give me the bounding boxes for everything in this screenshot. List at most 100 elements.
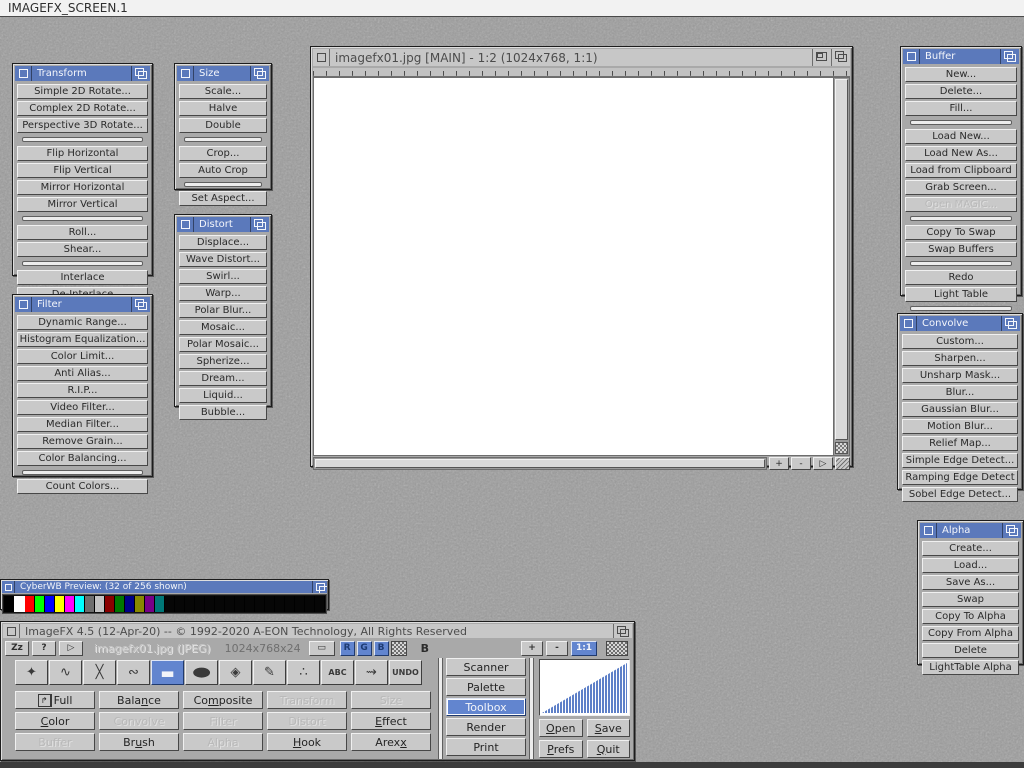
section-button[interactable]: Palette bbox=[446, 678, 526, 696]
close-icon[interactable] bbox=[2, 581, 15, 593]
section-button[interactable]: Render bbox=[446, 718, 526, 736]
transform-button[interactable]: Mirror Vertical bbox=[17, 197, 148, 212]
close-icon[interactable] bbox=[920, 523, 937, 538]
mode-button[interactable]: Brush bbox=[99, 733, 179, 751]
palette-swatch[interactable] bbox=[295, 596, 305, 612]
distort-button[interactable]: Warp... bbox=[179, 286, 267, 301]
palette-swatch[interactable] bbox=[135, 596, 145, 612]
red-channel-toggle[interactable]: R bbox=[340, 641, 355, 656]
depth-icon[interactable] bbox=[250, 217, 269, 232]
palette-swatch[interactable] bbox=[45, 596, 55, 612]
file-button[interactable]: Prefs bbox=[539, 740, 583, 758]
buffer-button[interactable]: Grab Screen... bbox=[905, 180, 1017, 195]
transform-button[interactable]: Perspective 3D Rotate... bbox=[17, 118, 148, 133]
depth-icon[interactable] bbox=[831, 49, 850, 66]
palette-swatch[interactable] bbox=[95, 596, 105, 612]
palette-swatch[interactable] bbox=[215, 596, 225, 612]
polygon-tool-button[interactable]: ◈ bbox=[219, 660, 252, 685]
point-tool-button[interactable]: ✦ bbox=[15, 660, 48, 685]
distort-button[interactable]: Bubble... bbox=[179, 405, 267, 420]
size-button[interactable]: Set Aspect... bbox=[179, 191, 267, 206]
palette-swatch[interactable] bbox=[245, 596, 255, 612]
depth-icon[interactable] bbox=[250, 66, 269, 81]
transform-button[interactable]: Interlace bbox=[17, 270, 148, 285]
mode-button[interactable]: Color bbox=[15, 712, 95, 730]
distort-button[interactable]: Liquid... bbox=[179, 388, 267, 403]
convolve-button[interactable]: Gaussian Blur... bbox=[902, 402, 1018, 417]
file-button[interactable]: Quit bbox=[587, 740, 631, 758]
close-icon[interactable] bbox=[177, 217, 194, 232]
depth-icon[interactable] bbox=[1001, 316, 1020, 331]
alpha-button[interactable]: Copy From Alpha bbox=[922, 626, 1019, 641]
mode-button[interactable]: Effect bbox=[351, 712, 431, 730]
close-icon[interactable] bbox=[903, 49, 920, 64]
alpha-button[interactable]: LightTable Alpha bbox=[922, 660, 1019, 675]
image-canvas[interactable] bbox=[313, 77, 833, 456]
depth-icon[interactable] bbox=[131, 66, 150, 81]
palette-swatch[interactable] bbox=[275, 596, 285, 612]
palette-swatch[interactable] bbox=[205, 596, 215, 612]
transform-button[interactable]: Simple 2D Rotate... bbox=[17, 84, 148, 99]
filter-button[interactable]: R.I.P... bbox=[17, 383, 148, 398]
transform-button[interactable]: Mirror Horizontal bbox=[17, 180, 148, 195]
palette-swatch[interactable] bbox=[195, 596, 205, 612]
depth-icon[interactable] bbox=[131, 297, 150, 312]
zoom-in-button[interactable]: + bbox=[521, 641, 543, 656]
filter-button[interactable]: Color Balancing... bbox=[17, 451, 148, 466]
convolve-button[interactable]: Ramping Edge Detect bbox=[902, 470, 1018, 485]
buffer-button[interactable]: Load from Clipboard bbox=[905, 163, 1017, 178]
line-tool-button[interactable]: ╳ bbox=[83, 660, 116, 685]
main-titlebar[interactable]: imagefx01.jpg [MAIN] - 1:2 (1024x768, 1:… bbox=[313, 49, 850, 66]
transform-button[interactable]: Flip Horizontal bbox=[17, 146, 148, 161]
alpha-button[interactable]: Copy To Alpha bbox=[922, 609, 1019, 624]
palette-swatch[interactable] bbox=[35, 596, 45, 612]
horizontal-scrollbar-thumb[interactable] bbox=[315, 459, 765, 468]
filter-button[interactable]: Video Filter... bbox=[17, 400, 148, 415]
buffer-button[interactable]: Swap Buffers bbox=[905, 242, 1017, 257]
screen-mode-icon[interactable]: ▭ bbox=[309, 641, 335, 656]
box-tool-button[interactable]: ▬ bbox=[151, 660, 184, 685]
close-icon[interactable] bbox=[15, 66, 32, 81]
mode-button[interactable]: Arexx bbox=[351, 733, 431, 751]
filter-button[interactable]: Histogram Equalization... bbox=[17, 332, 148, 347]
palette-swatch[interactable] bbox=[265, 596, 275, 612]
alpha-button[interactable]: Delete bbox=[922, 643, 1019, 658]
mode-button[interactable]: Balance bbox=[99, 691, 179, 709]
section-button[interactable]: Toolbox bbox=[446, 698, 526, 716]
vertical-scrollbar[interactable] bbox=[833, 77, 850, 456]
distort-button[interactable]: Spherize... bbox=[179, 354, 267, 369]
palette-swatch[interactable] bbox=[255, 596, 265, 612]
buffer-button[interactable]: Copy To Swap bbox=[905, 225, 1017, 240]
close-icon[interactable] bbox=[313, 49, 330, 66]
distort-button[interactable]: Mosaic... bbox=[179, 320, 267, 335]
palette-swatch[interactable] bbox=[185, 596, 195, 612]
oval-tool-button[interactable]: ● bbox=[185, 660, 218, 685]
mode-button[interactable]: Hook bbox=[267, 733, 347, 751]
buffer-button[interactable]: Load New... bbox=[905, 129, 1017, 144]
filter-button[interactable]: Color Limit... bbox=[17, 349, 148, 364]
undo-button[interactable]: UNDO bbox=[389, 660, 422, 685]
filter-button[interactable]: Anti Alias... bbox=[17, 366, 148, 381]
distort-button[interactable]: Polar Mosaic... bbox=[179, 337, 267, 352]
palette-swatch[interactable] bbox=[75, 596, 85, 612]
close-icon[interactable] bbox=[3, 624, 20, 638]
size-button[interactable]: Halve bbox=[179, 101, 267, 116]
palette-swatch[interactable] bbox=[315, 596, 325, 612]
palette-swatch[interactable] bbox=[65, 596, 75, 612]
palette-swatch[interactable] bbox=[305, 596, 315, 612]
convolve-button[interactable]: Motion Blur... bbox=[902, 419, 1018, 434]
palette-swatch[interactable] bbox=[225, 596, 235, 612]
zoom-out-button[interactable]: - bbox=[791, 457, 811, 470]
palette-swatch[interactable] bbox=[235, 596, 245, 612]
buffer-button[interactable]: New... bbox=[905, 67, 1017, 82]
alpha-button[interactable]: Swap bbox=[922, 592, 1019, 607]
distort-button[interactable]: Swirl... bbox=[179, 269, 267, 284]
convolve-button[interactable]: Custom... bbox=[902, 334, 1018, 349]
close-icon[interactable] bbox=[900, 316, 917, 331]
depth-icon[interactable] bbox=[1000, 49, 1019, 64]
zoom-out-button[interactable]: - bbox=[546, 641, 568, 656]
pan-button[interactable]: ▷ bbox=[813, 457, 833, 470]
convolve-button[interactable]: Unsharp Mask... bbox=[902, 368, 1018, 383]
buffer-button[interactable]: Fill... bbox=[905, 101, 1017, 116]
convolve-button[interactable]: Simple Edge Detect... bbox=[902, 453, 1018, 468]
